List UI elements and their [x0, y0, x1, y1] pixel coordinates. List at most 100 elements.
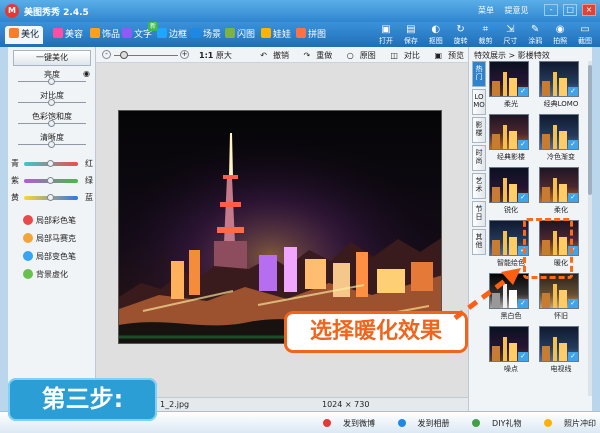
feedback-link[interactable]: 提意见 — [505, 6, 529, 15]
resize-button[interactable]: ⇲ 尺寸 — [499, 24, 521, 46]
tab-flash[interactable]: 闪图 — [221, 26, 259, 44]
effect-soften[interactable]: ✓ 柔化 — [539, 167, 583, 215]
effect-preview: ✓ — [489, 167, 529, 203]
undo-icon: ↶ — [260, 51, 267, 60]
effect-classic-lomo[interactable]: ✓ 经典LOMO — [539, 61, 583, 109]
doll-icon — [261, 28, 271, 38]
resize-icon: ⇲ — [506, 24, 515, 35]
minimize-button[interactable]: - — [544, 4, 559, 16]
effect-soft-light[interactable]: ✓ 柔光 — [489, 61, 533, 109]
share-links: 发到微博 发到相册 DIY礼物 照片冲印 — [303, 418, 596, 429]
local-mosaic-brush[interactable]: 局部马赛克 — [23, 233, 76, 244]
brightness-slider[interactable]: 亮度 ◉ — [8, 69, 96, 85]
flash-icon — [225, 28, 235, 38]
cyan-red-slider[interactable]: 青 红 — [8, 158, 96, 170]
one-click-beautify-button[interactable]: 一键美化 — [13, 50, 91, 66]
check-icon: ✓ — [518, 352, 528, 361]
rotate-button[interactable]: ↻ 旋转 — [450, 24, 472, 46]
title-bar: M 美图秀秀 2.4.5 菜单 提意见 - □ × — [0, 0, 600, 22]
original-button[interactable]: ○ 原图 — [341, 51, 376, 60]
effects-scroll-thumb[interactable] — [588, 65, 592, 195]
local-recolor-brush[interactable]: 局部变色笔 — [23, 251, 76, 262]
contrast-slider[interactable]: 对比度 — [8, 90, 96, 106]
crop-icon: ⌗ — [482, 24, 489, 35]
slider-thumb[interactable] — [48, 99, 55, 106]
sharpness-slider[interactable]: 清晰度 — [8, 132, 96, 148]
slider-thumb[interactable] — [48, 120, 55, 127]
save-button[interactable]: ▤ 保存 — [400, 24, 422, 46]
vertical-tabs: 热门 LOMO 影楼 时尚 艺术 节日 其他 — [472, 61, 486, 257]
effect-classic-studio[interactable]: ✓ 经典影楼 — [489, 114, 533, 162]
tab-beautify[interactable]: 美化 — [5, 26, 44, 44]
slider-thumb[interactable] — [47, 194, 54, 201]
slider-thumb[interactable] — [48, 78, 55, 85]
tab-hot[interactable]: 热门 — [472, 61, 486, 87]
tab-doll[interactable]: 娃娃 — [257, 26, 295, 44]
purple-green-slider[interactable]: 紫 绿 — [8, 175, 96, 187]
tab-lomo[interactable]: LOMO — [472, 89, 486, 115]
tab-festival[interactable]: 节日 — [472, 201, 486, 227]
close-button[interactable]: × — [582, 4, 596, 16]
effect-sharpen[interactable]: ✓ 锐化 — [489, 167, 533, 215]
open-icon: ▣ — [381, 24, 391, 35]
background-blur-brush[interactable]: 背景虚化 — [23, 269, 68, 280]
beauty-icon — [53, 28, 63, 38]
tab-scene[interactable]: 场景 — [187, 26, 225, 44]
edited-photo[interactable] — [118, 110, 442, 344]
effect-tv-lines[interactable]: ✓ 电视线 — [539, 326, 583, 374]
tab-studio[interactable]: 影楼 — [472, 117, 486, 143]
tab-fashion[interactable]: 时尚 — [472, 145, 486, 171]
photo-print-link[interactable]: 照片冲印 — [534, 419, 596, 428]
undo-button[interactable]: ↶ 撤销 — [254, 51, 289, 60]
effect-preview: ✓ — [539, 114, 579, 150]
slider-thumb[interactable] — [47, 160, 54, 167]
effect-preview: ✓ — [539, 167, 579, 203]
crop-button[interactable]: ⌗ 裁剪 — [475, 24, 497, 46]
tab-collage[interactable]: 拼图 — [292, 26, 330, 44]
zoom-out-icon[interactable]: - — [102, 50, 111, 59]
zoom-in-icon[interactable]: + — [180, 50, 189, 59]
gift-icon — [472, 419, 481, 427]
tab-other[interactable]: 其他 — [472, 229, 486, 255]
effect-noise[interactable]: ✓ 噪点 — [489, 326, 533, 374]
compare-button[interactable]: ◫ 对比 — [384, 51, 420, 60]
color-brush-icon — [23, 215, 33, 225]
mosaic-icon — [23, 233, 33, 243]
tab-text[interactable]: 文字新 — [118, 22, 159, 44]
diy-gift-link[interactable]: DIY礼物 — [462, 419, 521, 428]
preview-button[interactable]: ▣ 预览 — [428, 51, 464, 60]
frame-icon — [157, 28, 167, 38]
camera-button[interactable]: ◉ 拍照 — [549, 24, 571, 46]
zoom-thumb[interactable] — [119, 51, 128, 59]
accessory-icon — [90, 28, 100, 38]
redo-button[interactable]: ↷ 重做 — [298, 51, 333, 60]
album-icon — [397, 419, 406, 427]
local-color-brush[interactable]: 局部彩色笔 — [23, 215, 76, 226]
effect-preview: ✓ — [539, 326, 579, 362]
saturation-slider[interactable]: 色彩饱和度 — [8, 111, 96, 127]
redo-icon: ↷ — [303, 51, 311, 60]
share-weibo-link[interactable]: 发到微博 — [313, 419, 375, 428]
menu-link[interactable]: 菜单 — [478, 6, 494, 15]
yellow-blue-slider[interactable]: 黄 蓝 — [8, 192, 96, 204]
zoom-level[interactable]: 1:1 原大 — [199, 50, 232, 61]
effect-nostalgic[interactable]: ✓ 怀旧 — [539, 273, 583, 321]
open-button[interactable]: ▣ 打开 — [375, 24, 397, 46]
print-icon — [544, 419, 552, 427]
tab-beauty[interactable]: 美容 — [49, 26, 87, 44]
file-name: 1_2.jpg — [160, 400, 190, 409]
check-icon: ✓ — [568, 193, 578, 202]
blur-icon — [23, 269, 33, 279]
doodle-button[interactable]: ✎ 涂鸦 — [524, 24, 546, 46]
slider-thumb[interactable] — [48, 141, 55, 148]
reset-icon[interactable]: ◉ — [83, 69, 90, 78]
cutout-button[interactable]: ◐ 抠图 — [425, 24, 447, 46]
effect-cool-gradient[interactable]: ✓ 冷色渐变 — [539, 114, 583, 162]
tab-art[interactable]: 艺术 — [472, 173, 486, 199]
share-album-link[interactable]: 发到相册 — [388, 419, 450, 428]
tab-frame[interactable]: 边框 — [153, 26, 191, 44]
slider-thumb[interactable] — [47, 177, 54, 184]
doodle-icon: ✎ — [531, 24, 540, 35]
maximize-button[interactable]: □ — [563, 4, 578, 16]
screenshot-button[interactable]: ▭ 截图 — [574, 24, 596, 46]
